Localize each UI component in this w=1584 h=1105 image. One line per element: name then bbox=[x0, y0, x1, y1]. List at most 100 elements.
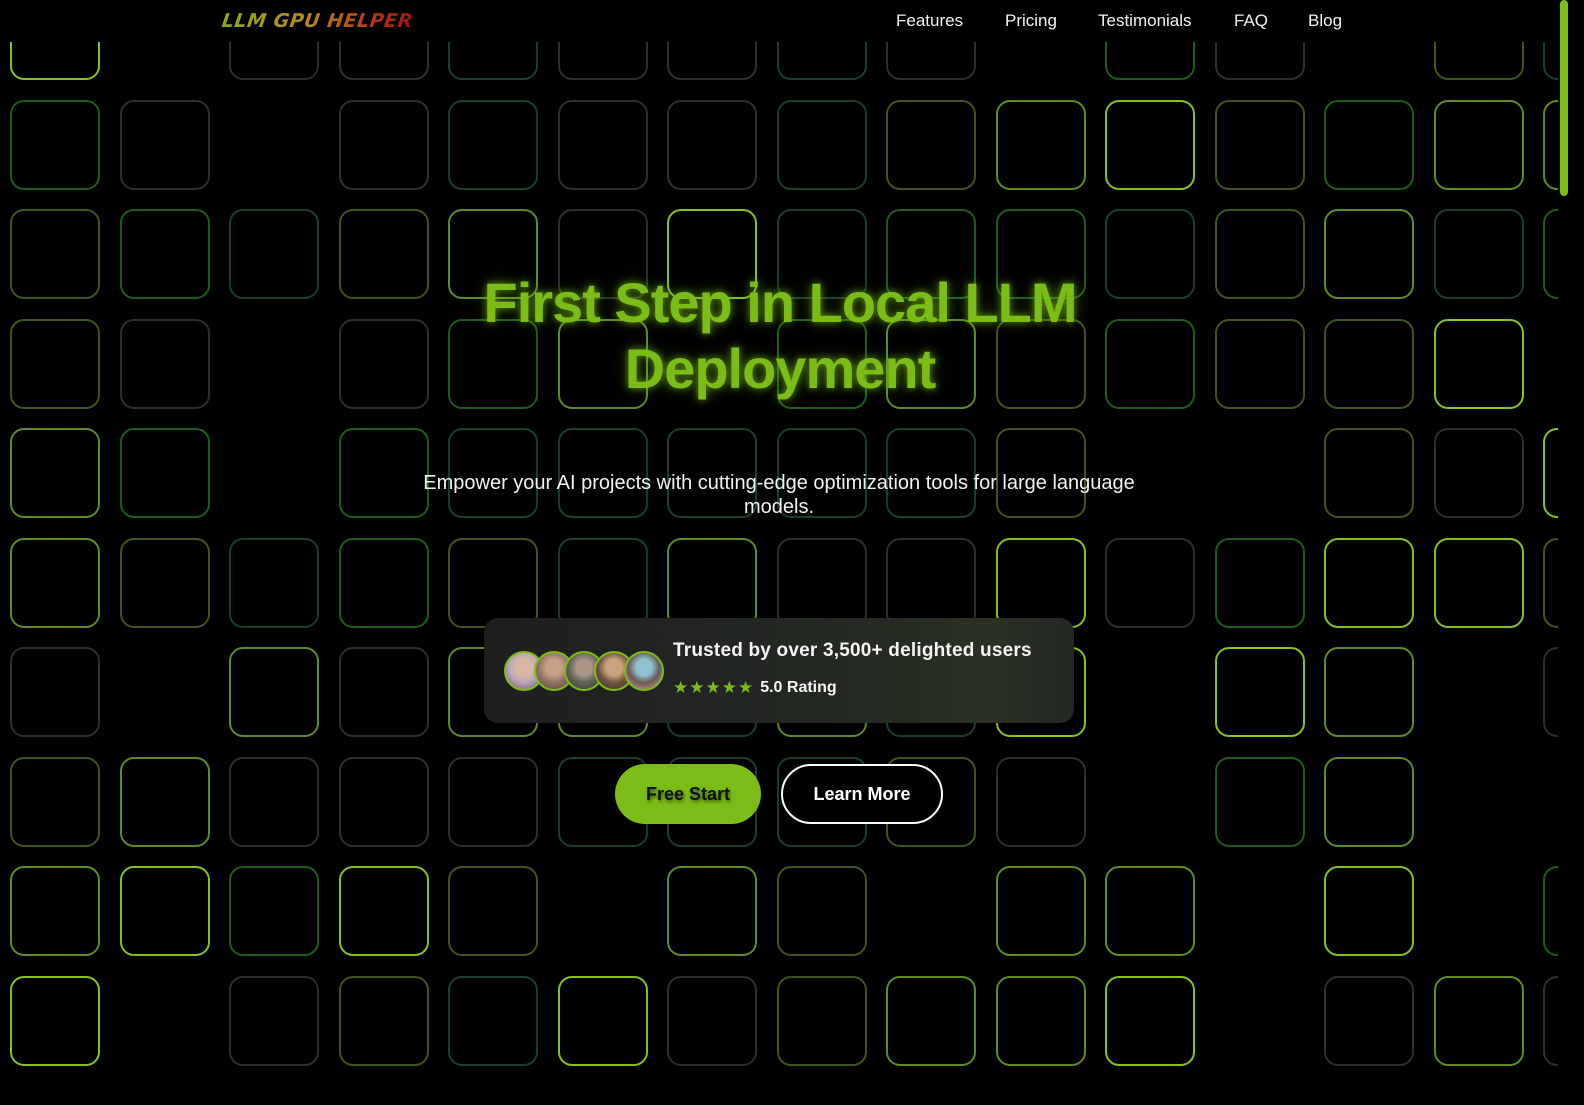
background-tile bbox=[119, 99, 210, 190]
background-tile bbox=[557, 537, 648, 628]
background-tile bbox=[229, 209, 319, 299]
background-tile bbox=[1543, 866, 1558, 956]
learn-more-button[interactable]: Learn More bbox=[781, 764, 943, 824]
background-tile bbox=[667, 537, 757, 628]
background-tile bbox=[119, 756, 210, 847]
background-tile bbox=[1324, 428, 1414, 518]
background-tile bbox=[448, 537, 538, 628]
background-tile bbox=[1214, 209, 1305, 299]
background-tile bbox=[229, 866, 319, 956]
background-tile bbox=[1105, 537, 1195, 628]
background-tile bbox=[229, 647, 319, 737]
background-tile bbox=[1433, 537, 1524, 628]
background-tile bbox=[1433, 99, 1524, 190]
background-tile bbox=[1433, 428, 1524, 518]
background-tile bbox=[229, 756, 319, 847]
background-tile bbox=[1214, 756, 1305, 847]
background-tile bbox=[1543, 428, 1558, 518]
background-tile bbox=[995, 99, 1086, 190]
background-tile bbox=[995, 975, 1086, 1066]
background-tile bbox=[10, 318, 100, 409]
nav-link-testimonials[interactable]: Testimonials bbox=[1098, 11, 1192, 31]
background-tile bbox=[1105, 866, 1195, 956]
hero-title: First Step in Local LLM Deployment bbox=[380, 270, 1180, 402]
background-tile-grid bbox=[0, 0, 1558, 1105]
background-tile bbox=[1433, 318, 1524, 409]
background-tile bbox=[1543, 647, 1558, 737]
background-tile bbox=[10, 647, 100, 737]
background-tile bbox=[776, 99, 867, 190]
background-tile bbox=[448, 866, 538, 956]
background-tile bbox=[229, 537, 319, 628]
background-tile bbox=[1105, 975, 1195, 1066]
rating-label: 5.0 Rating bbox=[760, 679, 837, 696]
background-tile bbox=[1543, 537, 1558, 628]
social-proof-card: Trusted by over 3,500+ delighted users ★… bbox=[484, 618, 1074, 723]
background-tile bbox=[886, 537, 976, 628]
background-tile bbox=[776, 537, 867, 628]
background-tile bbox=[10, 537, 100, 628]
background-tile bbox=[1214, 647, 1305, 737]
background-tile bbox=[338, 537, 429, 628]
background-tile bbox=[10, 99, 100, 190]
background-tile bbox=[995, 537, 1086, 628]
background-tile bbox=[119, 209, 210, 299]
background-tile bbox=[776, 975, 867, 1066]
background-tile bbox=[338, 756, 429, 847]
background-tile bbox=[1214, 318, 1305, 409]
background-tile bbox=[119, 866, 210, 956]
site-logo[interactable]: LLM GPU HELPER bbox=[220, 8, 414, 34]
background-tile bbox=[229, 975, 319, 1066]
background-tile bbox=[1543, 975, 1558, 1066]
background-tile bbox=[886, 975, 976, 1066]
nav-link-blog[interactable]: Blog bbox=[1308, 11, 1342, 31]
background-tile bbox=[10, 209, 100, 299]
background-tile bbox=[1543, 99, 1558, 190]
nav-link-pricing[interactable]: Pricing bbox=[1005, 11, 1057, 31]
background-tile bbox=[338, 647, 429, 737]
nav-link-faq[interactable]: FAQ bbox=[1234, 11, 1268, 31]
hero-subtitle: Empower your AI projects with cutting-ed… bbox=[423, 472, 1135, 518]
background-tile bbox=[557, 975, 648, 1066]
background-tile bbox=[10, 756, 100, 847]
background-tile bbox=[10, 866, 100, 956]
nav-link-features[interactable]: Features bbox=[896, 11, 963, 31]
rating-row: ★★★★★ 5.0 Rating bbox=[673, 678, 837, 698]
background-tile bbox=[1214, 99, 1305, 190]
background-tile bbox=[448, 975, 538, 1066]
background-tile bbox=[667, 866, 757, 956]
background-tile bbox=[338, 99, 429, 190]
background-tile bbox=[1105, 99, 1195, 190]
background-tile bbox=[995, 866, 1086, 956]
background-tile bbox=[1324, 99, 1414, 190]
background-tile bbox=[1324, 537, 1414, 628]
background-tile bbox=[776, 866, 867, 956]
background-tile bbox=[1324, 866, 1414, 956]
background-tile bbox=[119, 318, 210, 409]
background-tile bbox=[1543, 209, 1558, 299]
free-start-button[interactable]: Free Start bbox=[615, 764, 761, 824]
background-tile bbox=[10, 428, 100, 518]
background-tile bbox=[557, 99, 648, 190]
background-tile bbox=[1433, 975, 1524, 1066]
site-header: LLM GPU HELPER Features Pricing Testimon… bbox=[0, 0, 1558, 42]
background-tile bbox=[1324, 647, 1414, 737]
scrollbar-thumb[interactable] bbox=[1560, 0, 1568, 196]
background-tile bbox=[338, 975, 429, 1066]
user-avatar-5 bbox=[624, 651, 664, 691]
hero-title-line-1: First Step in Local LLM bbox=[483, 271, 1077, 334]
trust-headline: Trusted by over 3,500+ delighted users bbox=[673, 640, 1032, 661]
background-tile bbox=[338, 866, 429, 956]
background-tile bbox=[1324, 756, 1414, 847]
background-tile bbox=[119, 428, 210, 518]
background-tile bbox=[667, 975, 757, 1066]
background-tile bbox=[1433, 209, 1524, 299]
page-scrollbar[interactable] bbox=[1558, 0, 1584, 1105]
background-tile bbox=[667, 99, 757, 190]
star-rating-icons: ★★★★★ bbox=[673, 678, 755, 697]
background-tile bbox=[448, 99, 538, 190]
background-tile bbox=[10, 975, 100, 1066]
background-tile bbox=[886, 99, 976, 190]
hero-title-line-2: Deployment bbox=[624, 337, 936, 400]
background-tile bbox=[1324, 318, 1414, 409]
